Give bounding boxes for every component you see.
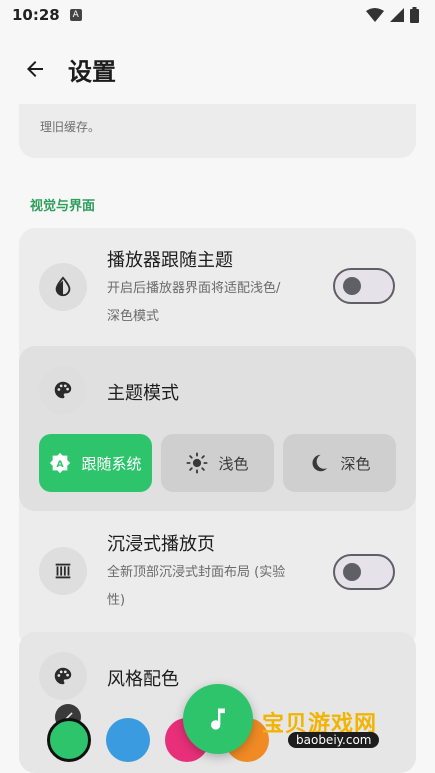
status-icons [366,7,419,23]
immersive-subtitle-2: 性) [107,593,126,608]
theme-mode-dark-label: 深色 [340,454,371,473]
theme-mode-system-button[interactable]: A 跟随系统 [39,434,152,492]
back-button[interactable] [20,54,50,84]
immersive-switch[interactable] [333,554,395,590]
notification-app-icon: A [69,9,82,21]
palette-icon [39,366,87,414]
follow-theme-switch[interactable] [333,268,395,304]
svg-text:A: A [57,459,65,470]
wifi-icon [366,8,384,22]
section-title: 视觉与界面 [30,199,96,214]
auto-mode-icon: A [50,452,71,474]
watermark-url: baobeiy.com [288,732,380,748]
music-note-icon [211,708,225,730]
app-bar: 设置 [0,34,435,104]
color-swatch-green[interactable] [47,718,91,762]
palette-icon [39,652,87,700]
color-swatch-blue[interactable] [106,718,150,762]
cache-card: 理旧缓存。 [19,104,416,158]
switch-knob [343,563,361,581]
theme-mode-title: 主题模式 [107,383,179,404]
follow-theme-subtitle-2: 深色模式 [107,309,160,324]
arrow-back-icon [27,61,43,77]
follow-theme-subtitle-1: 开启后播放器界面将适配浅色/ [107,281,281,296]
immersive-title: 沉浸式播放页 [107,534,215,555]
status-time: 10:28 [12,6,60,24]
switch-knob [343,277,361,295]
style-color-title: 风格配色 [107,669,179,690]
status-bar: 10:28 A [0,0,435,30]
page-title: 设置 [68,57,116,86]
columns-icon [39,547,87,595]
cache-card-text: 理旧缓存。 [40,120,101,134]
theme-mode-system-label: 跟随系统 [81,454,142,473]
immersive-subtitle-1: 全新顶部沉浸式封面布局 (实验 [107,565,286,580]
watermark-logo: 宝贝游戏网 baobeiy.com [258,688,398,752]
contrast-icon [39,263,87,311]
signal-icon [390,8,404,22]
theme-mode-light-label: 浅色 [218,454,249,473]
follow-theme-title: 播放器跟随主题 [107,250,233,271]
theme-mode-dark-button[interactable]: 深色 [283,434,396,492]
battery-icon [410,7,419,23]
theme-mode-light-button[interactable]: 浅色 [161,434,274,492]
moon-icon [312,454,328,472]
music-player-fab[interactable] [183,684,253,754]
theme-mode-block: 主题模式 A 跟随系统 浅色 深色 [19,346,416,511]
sun-icon [186,452,209,474]
